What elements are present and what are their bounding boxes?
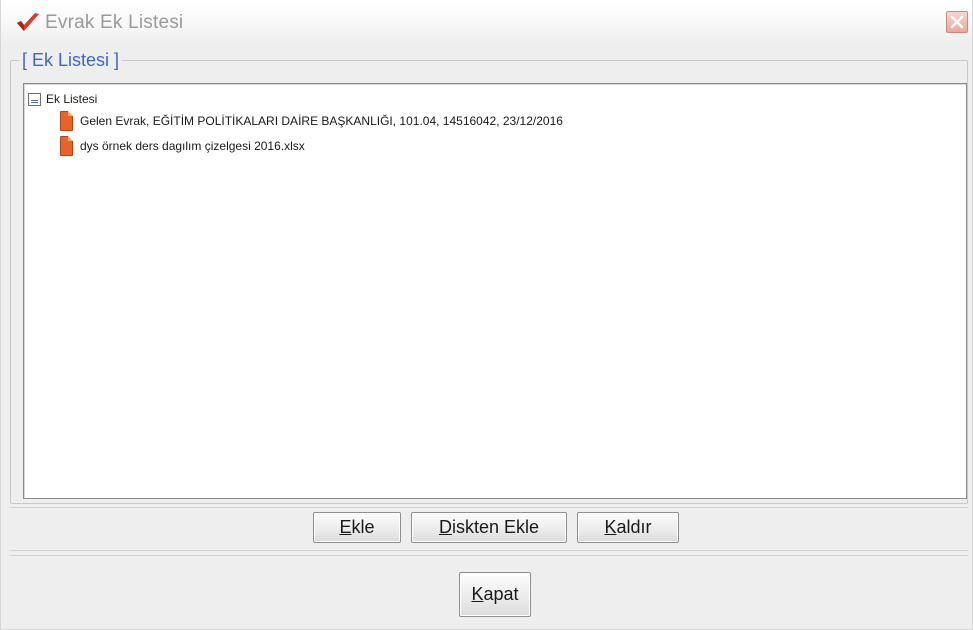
tree-root-icon (28, 92, 41, 106)
tree-item-label: dys örnek ders dagılım çizelgesi 2016.xl… (80, 139, 305, 153)
dialog-window: Evrak Ek Listesi [ Ek Listesi ] Ek Liste… (0, 0, 973, 630)
document-icon (60, 136, 73, 156)
add-button[interactable]: Ekle (313, 512, 401, 543)
add-from-disk-button[interactable]: Diskten Ekle (411, 512, 567, 543)
app-logo-icon (17, 13, 39, 31)
close-icon (950, 15, 964, 29)
close-button-label: apat (483, 584, 519, 604)
document-icon (60, 111, 73, 131)
add-from-disk-button-label: iskten Ekle (451, 517, 540, 537)
tree-item[interactable]: Gelen Evrak, EĞİTİM POLİTİKALARI DAİRE B… (60, 110, 563, 132)
tree-root-node[interactable]: Ek Listesi (28, 88, 97, 110)
remove-button-label: aldır (616, 517, 652, 537)
remove-button[interactable]: Kaldır (577, 512, 679, 543)
close-window-button[interactable] (946, 11, 968, 33)
tree-item-label: Gelen Evrak, EĞİTİM POLİTİKALARI DAİRE B… (80, 114, 563, 128)
tree-item[interactable]: dys örnek ders dagılım çizelgesi 2016.xl… (60, 135, 305, 157)
tree-root-label: Ek Listesi (46, 92, 98, 106)
title-bar[interactable]: Evrak Ek Listesi (1, 0, 972, 44)
close-button[interactable]: Kapat (459, 572, 531, 617)
groupbox-title: [ Ek Listesi ] (19, 49, 123, 71)
close-button-mnemonic: K (471, 584, 484, 604)
add-button-mnemonic: E (339, 517, 352, 537)
window-title: Evrak Ek Listesi (45, 12, 184, 33)
add-from-disk-button-mnemonic: D (438, 517, 452, 537)
add-button-label: kle (351, 517, 375, 537)
attachment-tree[interactable]: Ek Listesi Gelen Evrak, EĞİTİM POLİTİKAL… (23, 83, 967, 499)
remove-button-mnemonic: K (604, 517, 617, 537)
